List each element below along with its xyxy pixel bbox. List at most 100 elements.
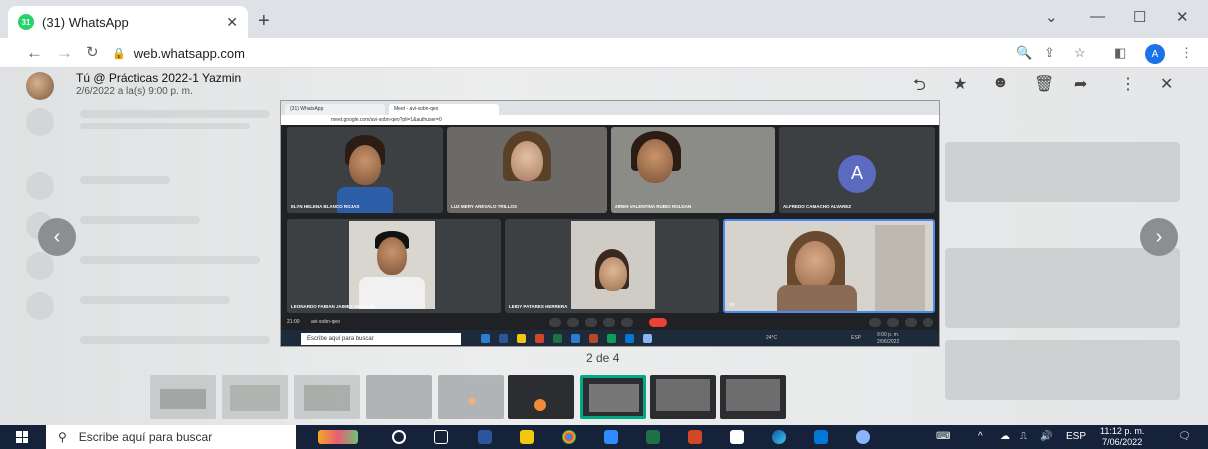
zoom-app-icon[interactable] [604,430,618,444]
network-icon[interactable]: ⎍ [1020,431,1027,442]
camera-icon [567,318,579,327]
tab-whatsapp[interactable]: 31 (31) WhatsApp ✕ [8,6,248,38]
tab-search-chevron-icon[interactable]: ⌄ [1045,8,1058,26]
tab-title: (31) WhatsApp [42,14,129,30]
media-thumbnail[interactable] [150,375,216,419]
profile-avatar[interactable]: A [1145,44,1165,64]
media-date: 2/6/2022 a la(s) 9:00 p. m. [76,86,193,97]
word-icon[interactable] [478,430,492,444]
info-icon [869,318,881,327]
participant-tile: LEIDY PATARES HERRERA [505,219,719,313]
taskbar-search-placeholder: Escribe aquí para buscar [78,430,213,444]
back-button[interactable]: ← [26,43,43,63]
url-field[interactable]: 🔒 web.whatsapp.com [112,42,1012,64]
minimize-button[interactable]: — [1090,8,1105,25]
onedrive-icon[interactable]: ☁ [1000,431,1010,442]
delete-icon[interactable]: 🗑 [1034,74,1054,94]
search-icon: ⚲ [58,430,67,444]
close-viewer-icon[interactable]: ✕ [1160,74,1173,94]
inner-tab-meet: Meet - avi-sobn-qeo [389,104,499,115]
forward-button[interactable]: → [56,43,73,63]
media-thumbnail[interactable] [222,375,288,419]
viewer-header: Tú @ Prácticas 2022-1 Yazmin 2/6/2022 a … [0,68,1208,102]
participant-tile: ELYN HELENA BLANCO ROJAS [287,127,443,213]
tab-close-icon[interactable]: ✕ [226,14,238,31]
previous-media-button[interactable]: ‹ [38,218,76,256]
chrome-profile-icon[interactable] [856,430,870,444]
media-counter: 2 de 4 [586,351,620,365]
participant-tile-self: Tú [723,219,935,313]
inner-taskbar: Escribe aquí para buscar 24°C ESP 9:00 p… [281,330,939,346]
taskbar-clock[interactable]: 11:12 p. m. 7/06/2022 [1100,426,1144,448]
media-thumbnail[interactable] [720,375,786,419]
sender-avatar[interactable] [26,72,54,100]
bookmark-star-icon[interactable]: ☆ [1074,45,1086,61]
url-text: web.whatsapp.com [133,45,245,61]
media-thumbnail[interactable] [438,375,504,419]
chat-icon [905,318,917,327]
media-thumbnail-selected[interactable] [580,375,646,419]
close-window-button[interactable]: ✕ [1176,8,1189,26]
mic-icon [549,318,561,327]
chrome-icon[interactable] [562,430,576,444]
task-view-icon[interactable] [434,430,448,444]
share-icon[interactable]: ⇪ [1044,45,1055,61]
new-tab-button[interactable]: + [258,10,270,33]
participant-tile: A ALFREDO CAMACHO ALVAREZ [779,127,935,213]
lock-icon: 🔒 [112,47,126,60]
more-options-icon[interactable]: ⋮ [1120,74,1136,94]
media-thumbnail[interactable] [508,375,574,419]
taskbar-search-input[interactable]: ⚲ Escribe aquí para buscar [46,425,296,449]
people-icon [887,318,899,327]
side-panel-icon[interactable]: ◧ [1114,45,1126,61]
present-icon [603,318,615,327]
activities-icon [923,318,933,327]
keyboard-icon[interactable]: ⌨ [936,431,950,442]
inner-url: meet.google.com/avi-sobn-qeo?pli=1&authu… [281,115,939,125]
more-icon [621,318,633,327]
meet-controls: 21:00 avi-sobn-qeo [281,315,939,330]
powerpoint-icon[interactable] [688,430,702,444]
captions-icon [585,318,597,327]
media-thumbnail[interactable] [294,375,360,419]
media-thumbnail-strip [150,375,790,419]
zoom-icon[interactable]: 🔍 [1016,45,1032,61]
sender-name: Tú @ Prácticas 2022-1 Yazmin [76,71,242,85]
volume-icon[interactable]: 🔊 [1040,431,1052,442]
reply-icon[interactable]: ⮌ [913,74,926,101]
participant-avatar: A [838,154,876,193]
react-emoji-icon[interactable]: ☻ [992,74,1009,92]
media-thumbnail[interactable] [650,375,716,419]
browser-tab-strip: 31 (31) WhatsApp ✕ + ⌄ — ☐ ✕ [0,0,1208,38]
media-viewer: Tú @ Prácticas 2022-1 Yazmin 2/6/2022 a … [0,68,1208,425]
media-thumbnail[interactable] [366,375,432,419]
show-hidden-icons-icon[interactable]: ^ [978,431,983,442]
cortana-icon[interactable] [392,430,406,444]
participant-grid: ELYN HELENA BLANCO ROJAS LUZ MERY AREVAL… [287,127,935,315]
forward-icon[interactable]: ➦ [1074,74,1087,94]
edge-icon[interactable] [772,430,786,444]
participant-tile: LEONARDO FABIAN JAIMES VILLALEL [287,219,501,313]
inner-search-box: Escribe aquí para buscar [301,333,461,345]
star-icon[interactable]: ★ [953,74,967,94]
address-bar: ← → ↻ 🔒 web.whatsapp.com 🔍 ⇪ ☆ ◧ ⋮ [0,38,1208,68]
participant-tile: ZIREH VALENTINA RUBIO ROLDAN [611,127,775,213]
reload-button[interactable]: ↻ [86,43,99,61]
excel-icon[interactable] [646,430,660,444]
maximize-button[interactable]: ☐ [1133,8,1146,26]
next-media-button[interactable]: › [1140,218,1178,256]
whatsapp-favicon-icon: 31 [18,14,34,30]
windows-taskbar: ⚲ Escribe aquí para buscar ⌨ ^ ☁ ⎍ 🔊 ESP… [0,425,1208,449]
language-indicator[interactable]: ESP [1066,431,1086,442]
participant-tile: LUZ MERY AREVALO TRILLOS [447,127,607,213]
hangup-icon [649,318,667,327]
inner-tab-whatsapp: (31) WhatsApp [285,104,385,115]
chrome-menu-icon[interactable]: ⋮ [1180,45,1193,61]
file-explorer-icon[interactable] [520,430,534,444]
media-image: (31) WhatsApp Meet - avi-sobn-qeo meet.g… [280,100,940,347]
mail-icon[interactable] [814,430,828,444]
news-widget-icon[interactable] [318,430,358,444]
store-icon[interactable] [730,430,744,444]
notifications-icon[interactable]: 🗨 [1178,431,1191,442]
windows-start-icon[interactable] [16,431,28,443]
